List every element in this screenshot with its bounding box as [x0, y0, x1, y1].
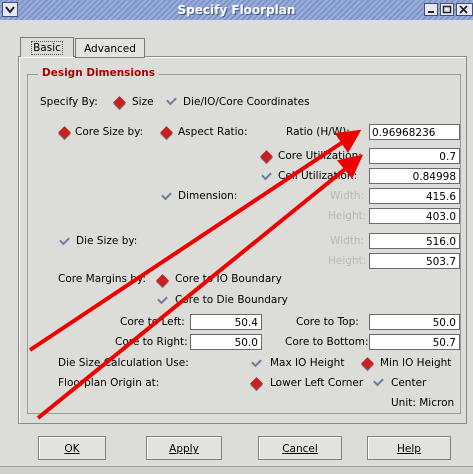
tab-basic[interactable]: Basic: [20, 37, 74, 57]
arrow-to-core-utilization: [36, 154, 364, 420]
annotation-arrows: [28, 129, 364, 420]
arrow-to-ratio: [28, 129, 362, 352]
tab-basic-label: Basic: [31, 41, 63, 55]
